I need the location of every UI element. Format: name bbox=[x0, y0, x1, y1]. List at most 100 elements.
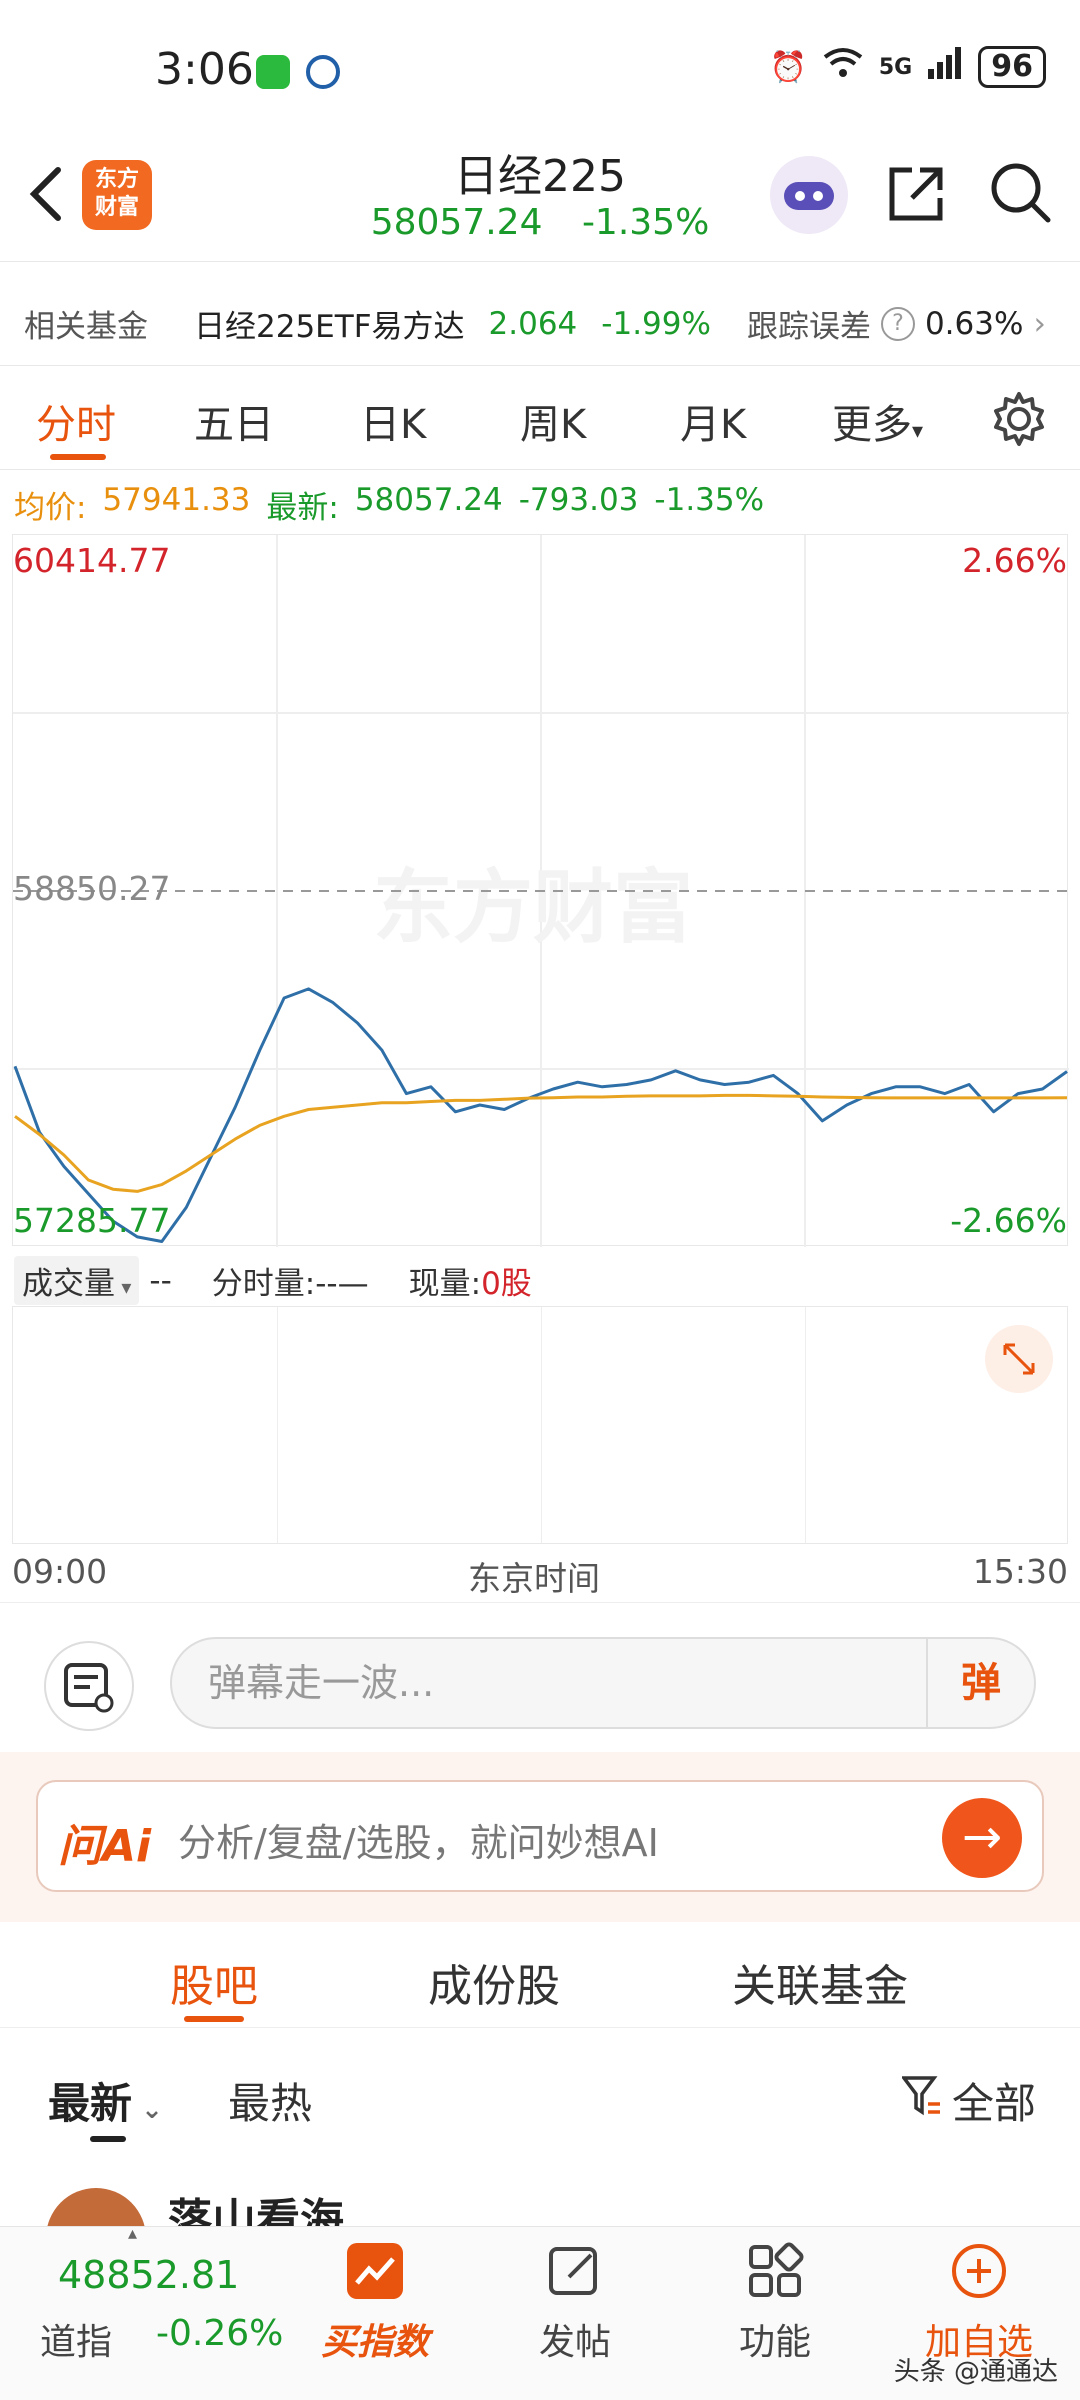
status-bar: 3:06 ⏰ 5G 96 bbox=[0, 0, 1080, 140]
danmu-toggle-button[interactable]: 弹 bbox=[926, 1639, 1034, 1727]
nav-buy-index-label: 买指数 bbox=[320, 2322, 429, 2363]
fund-price: 2.064 bbox=[488, 305, 578, 342]
expand-icon[interactable] bbox=[985, 1325, 1053, 1393]
tab-more-label: 更多 bbox=[832, 402, 912, 448]
fund-name: 日经225ETF易方达 bbox=[194, 309, 465, 345]
danmu-settings-icon[interactable] bbox=[44, 1641, 134, 1731]
signal-icon bbox=[928, 47, 962, 87]
tab-week-k[interactable]: 周K bbox=[520, 392, 586, 450]
header-change-pct: -1.35% bbox=[581, 202, 710, 243]
ai-logo: 问Ai bbox=[58, 1821, 152, 1872]
settings-gear-icon[interactable] bbox=[990, 390, 1048, 448]
wechat-icon bbox=[256, 55, 290, 89]
price-chart-svg: 东方财富 bbox=[13, 535, 1069, 1247]
dow-value[interactable]: 48852.81 bbox=[58, 2253, 239, 2297]
volume-chart bbox=[12, 1306, 1068, 1544]
related-fund-bar[interactable]: 相关基金 日经225ETF易方达 2.064 -1.99% 跟踪误差 ? 0.6… bbox=[0, 282, 1080, 366]
tab-day-k[interactable]: 日K bbox=[360, 392, 426, 450]
sort-latest[interactable]: 最新 ⌄ bbox=[48, 2070, 163, 2131]
post-username[interactable]: 落山看海 bbox=[168, 2184, 344, 2226]
nav-functions[interactable]: 功能 bbox=[700, 2241, 850, 2365]
sub-tab-indicator bbox=[184, 2016, 244, 2022]
y-low-label: 57285.77 bbox=[13, 1201, 171, 1240]
avg-value: 57941.33 bbox=[102, 482, 251, 518]
pct-high-label: 2.66% bbox=[962, 541, 1067, 580]
battery-indicator: 96 bbox=[978, 46, 1046, 88]
caret-down-icon: ▾ bbox=[115, 1275, 132, 1299]
current-volume: 现量:0股 bbox=[409, 1258, 532, 1303]
arrow-right-icon[interactable]: → bbox=[942, 1798, 1022, 1878]
dow-change: -0.26% bbox=[156, 2313, 284, 2354]
tab-month-k[interactable]: 月K bbox=[680, 392, 746, 450]
wifi-icon bbox=[823, 47, 863, 87]
edit-icon bbox=[545, 2241, 605, 2301]
tab-intraday[interactable]: 分时 bbox=[36, 392, 116, 450]
tab-five-day[interactable]: 五日 bbox=[194, 392, 274, 450]
ai-assistant-row: 问Ai 分析/复盘/选股，就问妙想AI → bbox=[0, 1752, 1080, 1922]
dow-name: 道指 bbox=[40, 2322, 113, 2363]
share-icon[interactable] bbox=[884, 162, 948, 226]
filter-icon bbox=[900, 2074, 942, 2128]
change-pct: -1.35% bbox=[654, 482, 765, 518]
avatar[interactable] bbox=[46, 2188, 146, 2226]
avg-label: 均价: bbox=[14, 490, 87, 526]
nav-add-watchlist[interactable]: 加自选 bbox=[904, 2241, 1054, 2365]
tab-more[interactable]: 更多▾ bbox=[832, 392, 923, 450]
sort-hot[interactable]: 最热 bbox=[228, 2070, 312, 2131]
volume-label: 成交量 bbox=[22, 1266, 115, 1302]
grid-icon bbox=[745, 2241, 805, 2301]
tracking-value: 0.63% bbox=[924, 305, 1024, 342]
y-high-label: 60414.77 bbox=[13, 541, 171, 580]
chart-watermark: 东方财富 bbox=[373, 861, 693, 954]
volume-header: 成交量 ▾ -- 分时量:--— 现量:0股 bbox=[14, 1256, 532, 1305]
collapse-caret-icon[interactable]: ▴ bbox=[128, 2223, 137, 2244]
danmu-placeholder: 弹幕走一波... bbox=[208, 1661, 435, 1705]
pct-low-label: -2.66% bbox=[950, 1201, 1067, 1240]
post-list-item[interactable]: 落山看海 bbox=[0, 2170, 1080, 2226]
nav-post-label: 发帖 bbox=[538, 2322, 611, 2363]
filter-label: 全部 bbox=[951, 2079, 1036, 2128]
ai-prompt: 分析/复盘/选股，就问妙想AI bbox=[178, 1821, 659, 1865]
volume-selector[interactable]: 成交量 ▾ bbox=[14, 1256, 140, 1305]
tracking-label: 跟踪误差 bbox=[746, 309, 871, 345]
intraday-chart[interactable]: 东方财富 60414.77 2.66% 58850.27 57285.77 -2… bbox=[12, 534, 1069, 1247]
time-start: 09:00 bbox=[12, 1552, 108, 1591]
caret-down-icon: ▾ bbox=[912, 419, 924, 444]
ai-input[interactable]: 问Ai 分析/复盘/选股，就问妙想AI → bbox=[36, 1780, 1044, 1892]
alarm-icon: ⏰ bbox=[769, 49, 807, 85]
y-mid-label: 58850.27 bbox=[13, 869, 171, 908]
app-notification-icon bbox=[306, 55, 340, 89]
danmu-row: 弹幕走一波... 弹 bbox=[0, 1602, 1080, 1750]
tab-forum[interactable]: 股吧 bbox=[170, 1950, 258, 2014]
danmu-input[interactable]: 弹幕走一波... 弹 bbox=[170, 1637, 1036, 1729]
sort-row: 最新 ⌄ 最热 全部 bbox=[0, 2030, 1080, 2170]
price-info-line: 均价: 57941.33 最新: 58057.24 -793.03 -1.35% bbox=[14, 482, 764, 527]
sort-indicator bbox=[90, 2136, 126, 2142]
tracking-error: 跟踪误差 ? 0.63% › bbox=[747, 301, 1046, 346]
chevron-down-icon: ⌄ bbox=[132, 2095, 163, 2125]
help-icon[interactable]: ? bbox=[880, 306, 915, 341]
change-value: -793.03 bbox=[518, 482, 639, 518]
period-tabs: 分时 五日 日K 周K 月K 更多▾ bbox=[0, 370, 1080, 470]
current-volume-value: 0股 bbox=[481, 1266, 532, 1302]
tab-related-funds[interactable]: 关联基金 bbox=[732, 1950, 908, 2014]
trend-chart-icon bbox=[345, 2241, 405, 2301]
filter-button[interactable]: 全部 bbox=[900, 2070, 1036, 2131]
search-icon[interactable] bbox=[988, 160, 1054, 226]
related-fund-label: 相关基金 bbox=[24, 309, 148, 345]
tick-volume: 分时量:--— bbox=[212, 1258, 369, 1303]
assistant-avatar-icon[interactable] bbox=[770, 156, 848, 234]
latest-value: 58057.24 bbox=[354, 482, 503, 518]
nav-buy-index[interactable]: 买指数 bbox=[300, 2241, 450, 2365]
current-volume-label: 现量: bbox=[408, 1266, 482, 1302]
tick-volume-value: --— bbox=[315, 1266, 369, 1302]
header-price: 58057.24 bbox=[370, 202, 543, 243]
tab-constituents[interactable]: 成份股 bbox=[428, 1950, 560, 2014]
header: 东方 财富 日经225 58057.24 -1.35% bbox=[0, 140, 1080, 262]
time-end: 15:30 bbox=[972, 1552, 1068, 1591]
time-zone-label: 东京时间 bbox=[468, 1559, 600, 1598]
plus-circle-icon bbox=[949, 2241, 1009, 2301]
chevron-right-icon: › bbox=[1033, 305, 1046, 342]
latest-label: 最新: bbox=[266, 490, 339, 526]
nav-post[interactable]: 发帖 bbox=[500, 2241, 650, 2365]
